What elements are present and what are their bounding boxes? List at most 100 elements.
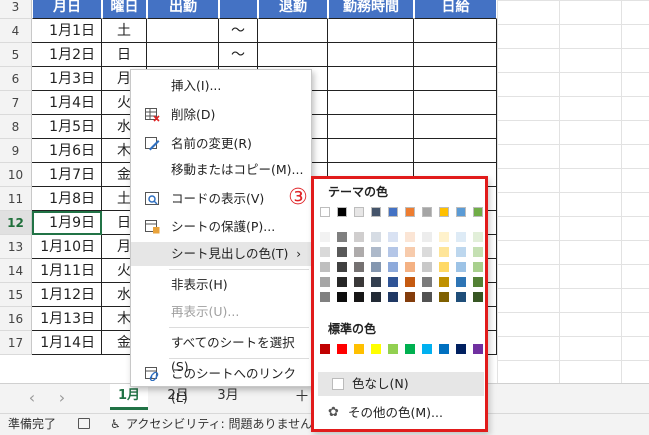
- column-header-start[interactable]: 出勤: [147, 0, 219, 19]
- sheet-tab-1[interactable]: 1月: [110, 384, 148, 410]
- row-header[interactable]: 17: [0, 331, 32, 355]
- cell-day[interactable]: 土: [102, 19, 147, 43]
- theme-shade-swatch[interactable]: [354, 232, 364, 242]
- theme-shade-swatch[interactable]: [405, 262, 415, 272]
- cell-date[interactable]: 1月6日: [32, 139, 102, 163]
- theme-shade-swatch[interactable]: [388, 277, 398, 287]
- theme-shade-swatch[interactable]: [354, 247, 364, 257]
- cell-wave[interactable]: ～: [219, 43, 258, 67]
- theme-shade-swatch[interactable]: [456, 277, 466, 287]
- theme-shade-swatch[interactable]: [422, 232, 432, 242]
- row-header[interactable]: 5: [0, 43, 32, 67]
- theme-shade-swatch[interactable]: [354, 292, 364, 302]
- cell-date[interactable]: 1月1日: [32, 19, 102, 43]
- standard-color-swatch[interactable]: [405, 344, 415, 354]
- cell-wage[interactable]: [414, 139, 497, 163]
- no-color-option[interactable]: 色なし(N): [318, 372, 484, 396]
- row-header[interactable]: 16: [0, 307, 32, 331]
- row-header[interactable]: 10: [0, 163, 32, 187]
- theme-shade-swatch[interactable]: [337, 292, 347, 302]
- empty-grid-area[interactable]: [497, 0, 649, 383]
- theme-shade-swatch[interactable]: [439, 277, 449, 287]
- theme-shade-swatch[interactable]: [354, 277, 364, 287]
- menu-view-code[interactable]: コードの表示(V): [131, 187, 311, 211]
- theme-shade-swatch[interactable]: [422, 262, 432, 272]
- cell-date[interactable]: 1月12日: [32, 283, 102, 307]
- cell-wage[interactable]: [414, 91, 497, 115]
- theme-shade-swatch[interactable]: [337, 247, 347, 257]
- theme-color-swatch[interactable]: [473, 207, 483, 217]
- accessibility-icon[interactable]: ♿: [110, 414, 121, 434]
- standard-color-swatch[interactable]: [456, 344, 466, 354]
- cell-date[interactable]: 1月7日: [32, 163, 102, 187]
- theme-shade-swatch[interactable]: [388, 232, 398, 242]
- theme-color-swatch[interactable]: [422, 207, 432, 217]
- next-sheet-icon[interactable]: ›: [52, 388, 72, 408]
- theme-color-swatch[interactable]: [439, 207, 449, 217]
- theme-shade-swatch[interactable]: [439, 262, 449, 272]
- cell-start[interactable]: [147, 43, 219, 67]
- menu-select-all-sheets[interactable]: すべてのシートを選択(S): [131, 331, 311, 374]
- row-header[interactable]: 13: [0, 235, 32, 259]
- cell-hours[interactable]: [328, 115, 414, 139]
- theme-shade-swatch[interactable]: [473, 277, 483, 287]
- theme-shade-swatch[interactable]: [456, 232, 466, 242]
- column-header-hours[interactable]: 勤務時間: [328, 0, 414, 19]
- theme-color-swatch[interactable]: [354, 207, 364, 217]
- menu-protect-sheet[interactable]: シートの保護(P)...: [131, 215, 311, 239]
- standard-color-swatch[interactable]: [473, 344, 483, 354]
- theme-shade-swatch[interactable]: [405, 277, 415, 287]
- cell-wage[interactable]: [414, 115, 497, 139]
- standard-color-swatch[interactable]: [388, 344, 398, 354]
- standard-color-swatch[interactable]: [354, 344, 364, 354]
- cell-wage[interactable]: [414, 43, 497, 67]
- cell-wage[interactable]: [414, 19, 497, 43]
- menu-insert[interactable]: 挿入(I)...: [131, 74, 311, 98]
- theme-shade-swatch[interactable]: [388, 247, 398, 257]
- theme-shade-swatch[interactable]: [320, 292, 330, 302]
- menu-tab-color[interactable]: シート見出しの色(T) ›: [131, 242, 311, 266]
- theme-shade-swatch[interactable]: [422, 292, 432, 302]
- column-header-day[interactable]: 曜日: [102, 0, 147, 19]
- cell-hours[interactable]: [328, 91, 414, 115]
- standard-color-swatch[interactable]: [439, 344, 449, 354]
- cell-day[interactable]: 日: [102, 43, 147, 67]
- theme-shade-swatch[interactable]: [456, 262, 466, 272]
- theme-color-swatch[interactable]: [320, 207, 330, 217]
- cell-hours[interactable]: [328, 43, 414, 67]
- cell-date[interactable]: 1月4日: [32, 91, 102, 115]
- cell-hours[interactable]: [328, 19, 414, 43]
- status-accessibility[interactable]: アクセシビリティ: 問題ありません: [126, 414, 312, 434]
- row-header[interactable]: 6: [0, 67, 32, 91]
- menu-rename[interactable]: 名前の変更(R): [131, 132, 311, 156]
- standard-color-swatch[interactable]: [320, 344, 330, 354]
- menu-delete[interactable]: 削除(D): [131, 103, 311, 127]
- theme-shade-swatch[interactable]: [439, 247, 449, 257]
- cell-wage[interactable]: [414, 67, 497, 91]
- standard-color-swatch[interactable]: [371, 344, 381, 354]
- theme-shade-swatch[interactable]: [320, 277, 330, 287]
- prev-sheet-icon[interactable]: ‹: [22, 388, 42, 408]
- theme-shade-swatch[interactable]: [371, 232, 381, 242]
- theme-shade-swatch[interactable]: [405, 292, 415, 302]
- theme-color-swatch[interactable]: [456, 207, 466, 217]
- theme-shade-swatch[interactable]: [371, 262, 381, 272]
- row-header[interactable]: 7: [0, 91, 32, 115]
- cell-end[interactable]: [258, 43, 328, 67]
- theme-shade-swatch[interactable]: [422, 247, 432, 257]
- theme-shade-swatch[interactable]: [354, 262, 364, 272]
- theme-shade-swatch[interactable]: [405, 232, 415, 242]
- theme-color-swatch[interactable]: [337, 207, 347, 217]
- row-header[interactable]: 4: [0, 19, 32, 43]
- theme-shade-swatch[interactable]: [371, 277, 381, 287]
- cell-hours[interactable]: [328, 139, 414, 163]
- theme-shade-swatch[interactable]: [473, 292, 483, 302]
- theme-shade-swatch[interactable]: [473, 247, 483, 257]
- theme-shade-swatch[interactable]: [337, 277, 347, 287]
- macro-record-icon[interactable]: [78, 418, 90, 429]
- row-header[interactable]: 12: [0, 211, 32, 235]
- theme-shade-swatch[interactable]: [456, 292, 466, 302]
- theme-color-swatch[interactable]: [405, 207, 415, 217]
- cell-date[interactable]: 1月8日: [32, 187, 102, 211]
- cell-date[interactable]: 1月2日: [32, 43, 102, 67]
